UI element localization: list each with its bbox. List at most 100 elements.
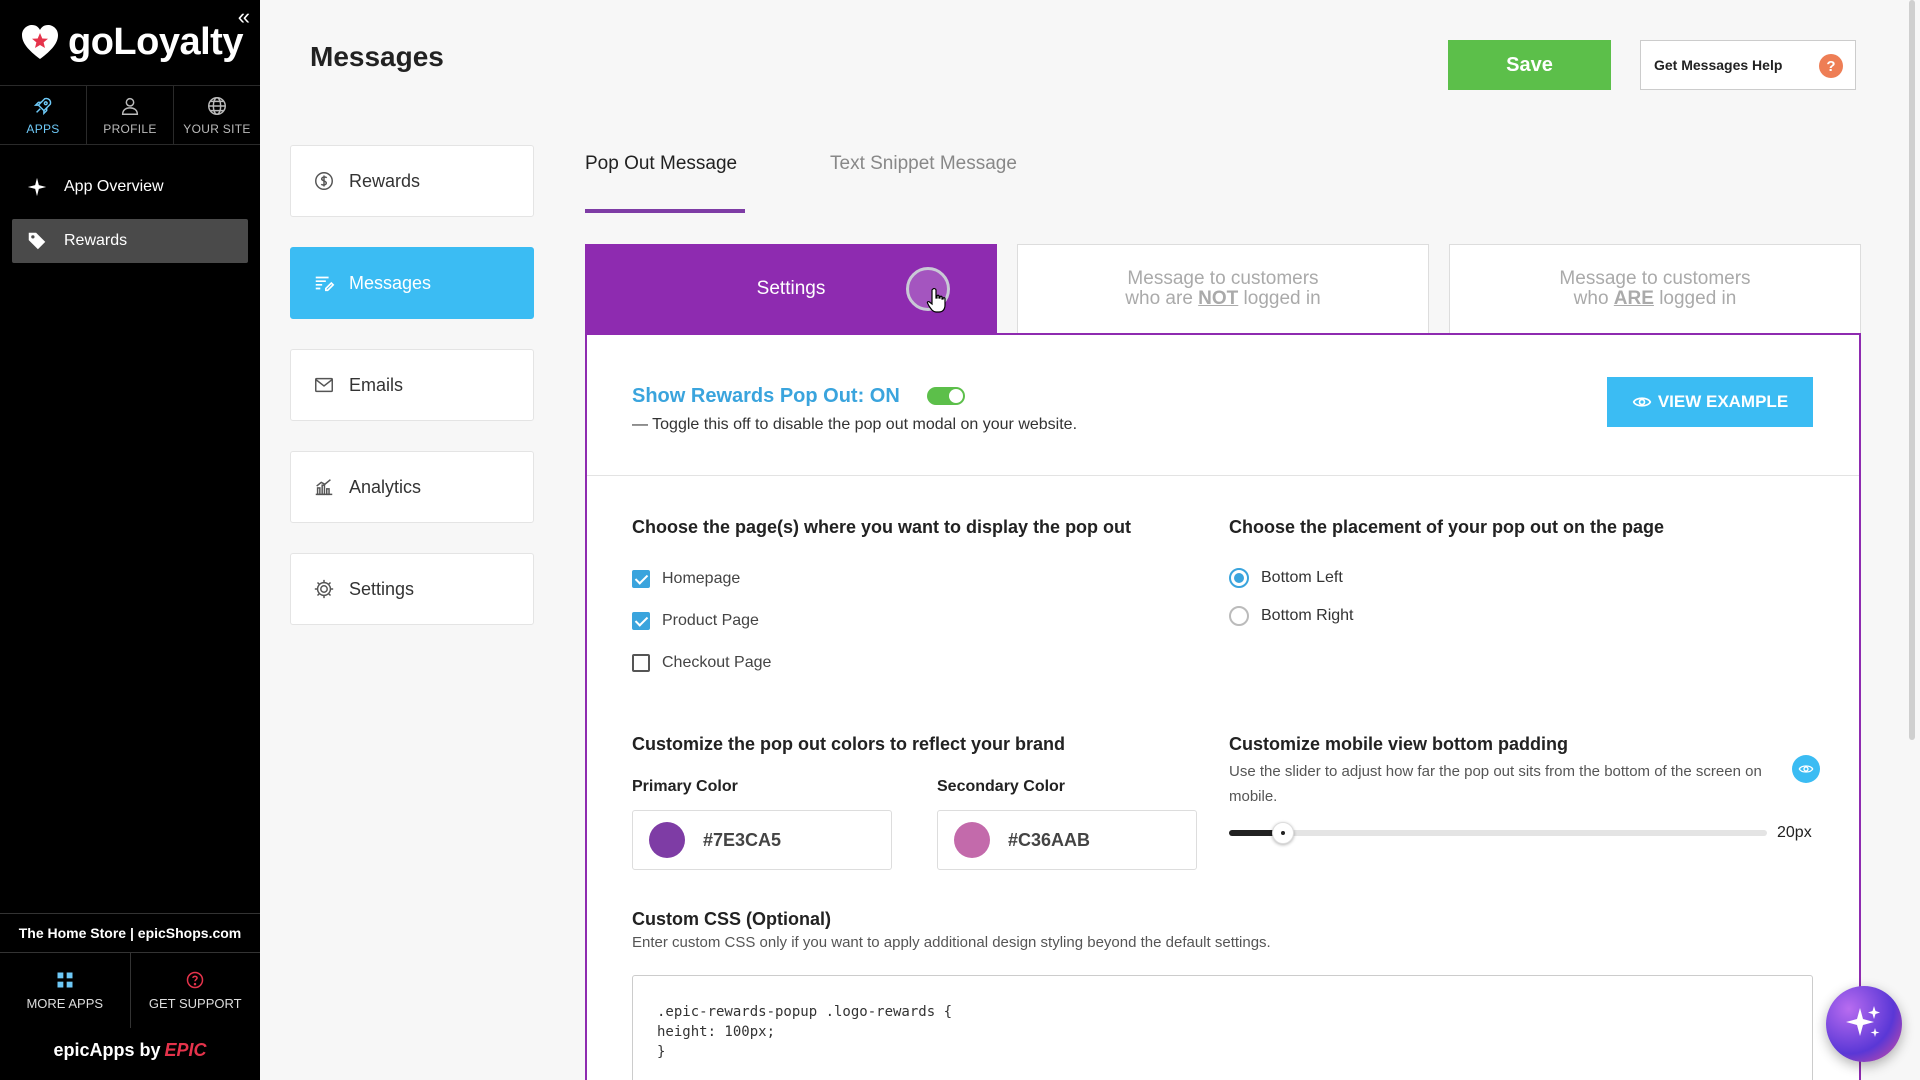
subnav-emails[interactable]: Emails (290, 349, 534, 421)
eye-icon (1798, 765, 1814, 773)
view-example-button[interactable]: VIEW EXAMPLE (1607, 377, 1813, 427)
radio-label: Bottom Left (1261, 569, 1343, 586)
secondary-color-swatch[interactable] (954, 822, 990, 858)
get-support-button[interactable]: GET SUPPORT (131, 953, 261, 1028)
get-help-button[interactable]: Get Messages Help ? (1640, 40, 1856, 90)
radio-bottom-right[interactable]: Bottom Right (1229, 606, 1353, 626)
more-apps-label: MORE APPS (26, 996, 104, 1011)
primary-color-swatch[interactable] (649, 822, 685, 858)
question-icon: ? (1819, 54, 1843, 78)
checkbox-label: Homepage (662, 570, 741, 587)
main-content: Messages Save Get Messages Help ? Reward… (260, 0, 1920, 1080)
checkbox-homepage-box[interactable] (632, 570, 650, 588)
nav-apps-label: APPS (26, 121, 60, 136)
slider-handle[interactable] (1272, 822, 1295, 844)
chart-icon (315, 479, 333, 496)
globe-icon (208, 96, 226, 115)
colors-title: Customize the pop out colors to reflect … (632, 734, 1066, 754)
panel-tab-pre: who are (1125, 288, 1199, 309)
popout-toggle[interactable] (927, 387, 965, 405)
radio-bottom-left[interactable]: Bottom Left (1229, 568, 1343, 588)
primary-color-field[interactable]: #7E3CA5 (632, 810, 892, 870)
collapse-sidebar-icon[interactable]: « (238, 4, 250, 30)
nav-apps[interactable]: APPS (0, 86, 87, 144)
panel-tab-line1: Message to customers (1559, 268, 1751, 289)
settings-panel: Show Rewards Pop Out: ON — Toggle this o… (585, 333, 1861, 1080)
tab-pop-out-message[interactable]: Pop Out Message (585, 153, 737, 175)
epicapps-prefix: epicApps by (53, 1040, 161, 1060)
secondary-color-label: Secondary Color (937, 778, 1066, 795)
panel-tab-emphasis: ARE (1613, 288, 1654, 309)
message-tabs: Pop Out Message Text Snippet Message (585, 145, 1585, 215)
primary-color-label: Primary Color (632, 778, 738, 795)
padding-slider[interactable] (1229, 822, 1767, 844)
checkbox-label: Product Page (662, 612, 759, 629)
ai-assistant-button[interactable] (1826, 986, 1902, 1062)
dollar-circle-icon (315, 172, 333, 190)
message-lines-icon (315, 276, 335, 292)
panel-tab-pre: who (1573, 288, 1614, 309)
top-nav: APPS PROFILE YOUR SITE (0, 85, 260, 145)
hand-pointer-icon (926, 287, 946, 313)
subnav-rewards[interactable]: Rewards (290, 145, 534, 217)
subnav-label: Analytics (349, 476, 422, 497)
grid-icon (57, 972, 73, 988)
get-support-label: GET SUPPORT (148, 996, 242, 1011)
subnav-analytics[interactable]: Analytics (290, 451, 534, 523)
page-scrollbar[interactable] (1907, 0, 1917, 740)
custom-css-desc: Enter custom CSS only if you want to app… (632, 934, 1271, 951)
subnav-label: Messages (349, 272, 432, 293)
show-popout-title: Show Rewards Pop Out: ON (632, 385, 900, 407)
secondary-color-field[interactable]: #C36AAB (937, 810, 1197, 870)
subnav-settings[interactable]: Settings (290, 553, 534, 625)
checkbox-checkout-page-box[interactable] (632, 654, 650, 672)
panel-tab-logged-in[interactable]: Message to customers who ARE logged in (1449, 244, 1861, 334)
slider-value: 20px (1777, 824, 1812, 841)
checkbox-product-page-box[interactable] (632, 612, 650, 630)
heart-star-logo-icon (22, 24, 58, 59)
panel-tab-line1: Message to customers (1127, 268, 1319, 289)
help-circle-icon (187, 971, 204, 989)
sidebar-item-app-overview[interactable]: App Overview (12, 165, 248, 209)
sidebar-menu: App Overview Rewards (0, 145, 260, 293)
checkbox-label: Checkout Page (662, 654, 772, 671)
panel-tab-post: logged in (1653, 288, 1737, 309)
more-apps-button[interactable]: MORE APPS (0, 953, 131, 1028)
custom-css-title: Custom CSS (Optional) (632, 909, 831, 929)
sparkle-icon (27, 177, 47, 197)
checkbox-product-page[interactable]: Product Page (632, 612, 759, 630)
subnav-messages[interactable]: Messages (290, 247, 534, 319)
divider (587, 475, 1859, 476)
subnav-label: Settings (349, 578, 415, 599)
tab-text-snippet-message[interactable]: Text Snippet Message (830, 153, 1017, 175)
envelope-icon (315, 377, 333, 393)
nav-your-site[interactable]: YOUR SITE (174, 86, 260, 144)
checkbox-checkout-page[interactable]: Checkout Page (632, 654, 771, 672)
panel-tab-line2: who ARE logged in (1574, 289, 1737, 309)
panel-tab-not-logged-in[interactable]: Message to customers who are NOT logged … (1017, 244, 1429, 334)
radio-bottom-left-dot[interactable] (1229, 568, 1249, 588)
active-tab-indicator (585, 209, 745, 213)
nav-profile[interactable]: PROFILE (87, 86, 174, 144)
radio-bottom-right-dot[interactable] (1229, 606, 1249, 626)
custom-css-textarea[interactable]: .epic-rewards-popup .logo-rewards { heig… (632, 975, 1813, 1080)
panel-tab-settings[interactable]: Settings (585, 244, 997, 334)
sidebar-item-rewards[interactable]: Rewards (12, 219, 248, 263)
mobile-padding-desc: Use the slider to adjust how far the pop… (1229, 763, 1762, 805)
get-help-label: Get Messages Help (1654, 57, 1783, 73)
scrollbar-thumb[interactable] (1909, 0, 1915, 740)
save-button[interactable]: Save (1448, 40, 1611, 90)
page-header: Messages Save Get Messages Help ? (260, 25, 1890, 105)
checkbox-homepage[interactable]: Homepage (632, 570, 740, 588)
show-popout-desc: — Toggle this off to disable the pop out… (632, 416, 1078, 433)
sub-nav: Rewards Messages Emails Analytics Settin… (290, 145, 534, 655)
page-title: Messages (310, 41, 444, 72)
secondary-color-value: #C36AAB (1008, 829, 1091, 850)
radio-label: Bottom Right (1261, 607, 1354, 624)
rocket-icon (33, 97, 52, 115)
sidebar-item-label: Rewards (64, 232, 128, 249)
user-icon (121, 97, 139, 115)
panel-tab-post: logged in (1238, 288, 1321, 309)
placement-title: Choose the placement of your pop out on … (1229, 517, 1665, 537)
preview-eye-button[interactable] (1792, 755, 1820, 783)
